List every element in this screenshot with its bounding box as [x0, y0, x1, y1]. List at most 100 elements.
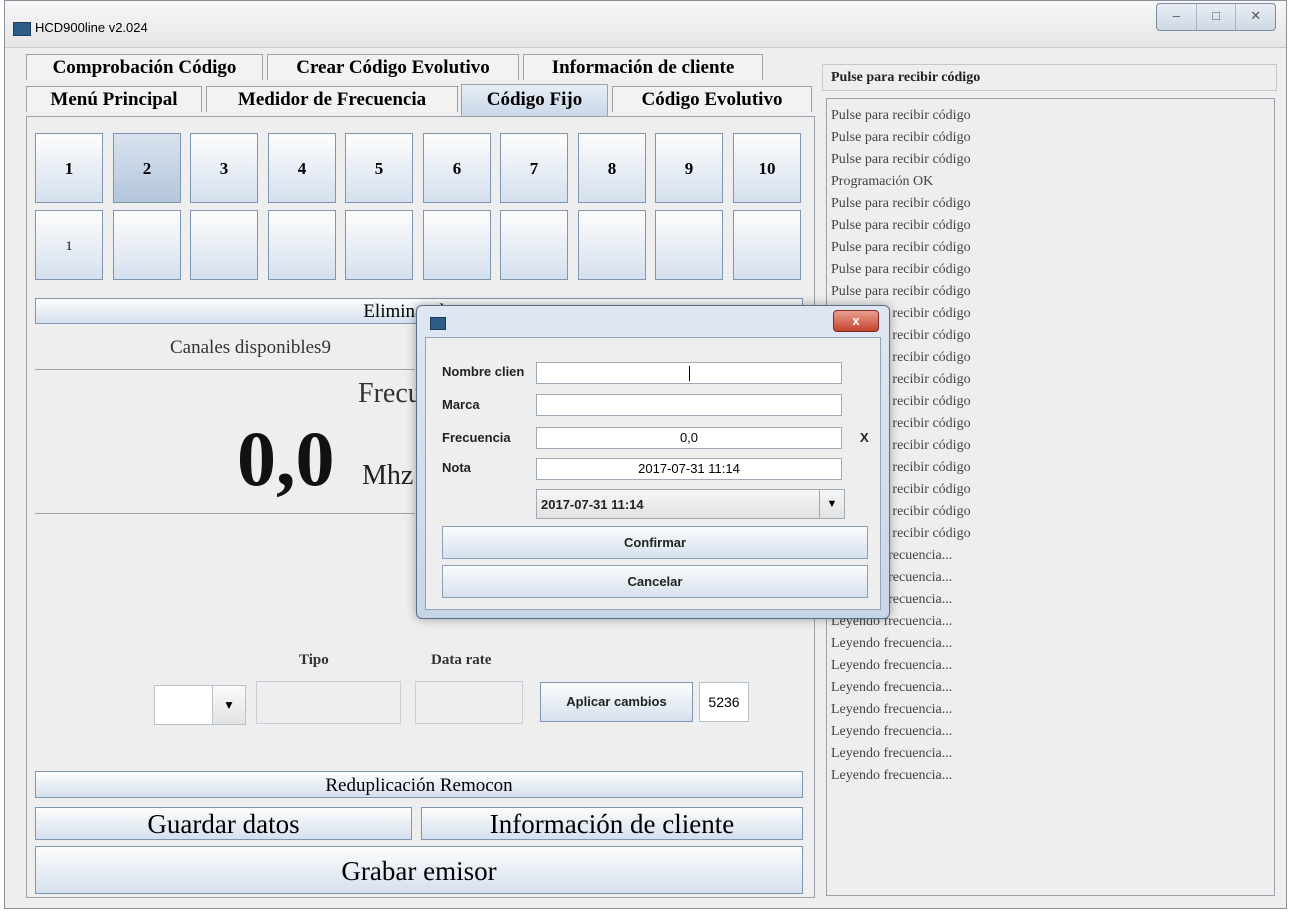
log-line: Pulse para recibir código [831, 108, 971, 123]
divider [35, 369, 415, 370]
slot-button-5[interactable] [345, 210, 413, 280]
tab-medidor-frecuencia[interactable]: Medidor de Frecuencia [206, 86, 458, 112]
confirm-button[interactable]: Confirmar [442, 526, 868, 559]
dialog-body: Nombre clien Marca Frecuencia 0,0 X Nota… [425, 337, 881, 610]
log-line: Leyendo frecuencia... [831, 570, 953, 585]
log-line: Leyendo frecuencia... [831, 746, 953, 761]
close-icon[interactable]: ✕ [1236, 4, 1275, 30]
log-line: Pulse para recibir código [831, 394, 971, 409]
frequency-unit: Mhz [362, 460, 414, 491]
log-line: Leyendo frecuencia... [831, 614, 953, 629]
client-dialog: x Nombre clien Marca Frecuencia 0,0 X No… [416, 305, 890, 619]
channel-button-9[interactable]: 9 [655, 133, 723, 203]
log-line: Pulse para recibir código [831, 152, 971, 167]
data-rate-label: Data rate [431, 652, 492, 668]
app-icon [13, 22, 31, 36]
channel-button-7[interactable]: 7 [500, 133, 568, 203]
save-data-button[interactable]: Guardar datos [35, 807, 412, 840]
maximize-icon[interactable]: □ [1197, 4, 1237, 30]
channel-button-8[interactable]: 8 [578, 133, 646, 203]
channel-button-6[interactable]: 6 [423, 133, 491, 203]
log-line: Pulse para recibir código [831, 328, 971, 343]
log-line: Leyendo frecuencia... [831, 658, 953, 673]
chevron-down-icon[interactable]: ▼ [819, 490, 844, 518]
available-channels-label: Canales disponibles9 [170, 337, 331, 358]
slot-button-4[interactable] [268, 210, 336, 280]
log-line: Leyendo frecuencia... [831, 548, 953, 563]
log-line: Pulse para recibir código [831, 350, 971, 365]
nombre-input[interactable] [536, 362, 842, 384]
slot-button-1[interactable]: 1 [35, 210, 103, 280]
log-line: Pulse para recibir código [831, 240, 971, 255]
log-line: Leyendo frecuencia... [831, 768, 953, 783]
log-line: Pulse para recibir código [831, 526, 971, 541]
counter-field[interactable]: 5236 [699, 682, 749, 722]
nota-input[interactable]: 2017-07-31 11:14 [536, 458, 842, 480]
slot-button-9[interactable] [655, 210, 723, 280]
channel-button-4[interactable]: 4 [268, 133, 336, 203]
log-line: Pulse para recibir código [831, 482, 971, 497]
tipo-select[interactable]: ▼ [154, 685, 246, 725]
tipo-field[interactable] [256, 681, 401, 724]
nota-label: Nota [442, 460, 471, 475]
tab-comprobacion-codigo[interactable]: Comprobación Código [26, 54, 263, 80]
frecuencia-label: Frecuencia [442, 430, 511, 445]
frecuencia-input[interactable]: 0,0 [536, 427, 842, 449]
data-rate-field[interactable] [415, 681, 523, 724]
log-line: Pulse para recibir código [831, 218, 971, 233]
slot-button-10[interactable] [733, 210, 801, 280]
chevron-down-icon[interactable]: ▼ [212, 686, 245, 724]
frecuencia-suffix: X [860, 430, 869, 445]
nombre-label: Nombre clien [442, 364, 525, 379]
log-line: Programación OK [831, 174, 934, 189]
channel-button-3[interactable]: 3 [190, 133, 258, 203]
frequency-value: 0,0 [237, 415, 335, 502]
client-info-button[interactable]: Información de cliente [421, 807, 803, 840]
app-icon [430, 317, 446, 330]
divider [35, 513, 415, 514]
dialog-close-button[interactable]: x [833, 310, 879, 332]
log-line: Leyendo frecuencia... [831, 702, 953, 717]
apply-changes-button[interactable]: Aplicar cambios [540, 682, 693, 722]
tab-informacion-cliente[interactable]: Información de cliente [523, 54, 763, 80]
log-line: Pulse para recibir código [831, 416, 971, 431]
window-title: HCD900line v2.024 [35, 20, 148, 35]
slot-button-7[interactable] [500, 210, 568, 280]
log-line: Pulse para recibir código [831, 196, 971, 211]
tab-codigo-fijo[interactable]: Código Fijo [461, 84, 608, 116]
log-line: Leyendo frecuencia... [831, 680, 953, 695]
cancel-button[interactable]: Cancelar [442, 565, 868, 598]
log-line: Pulse para recibir código [831, 262, 971, 277]
tab-codigo-evolutivo[interactable]: Código Evolutivo [612, 86, 812, 112]
log-line: Pulse para recibir código [831, 284, 971, 299]
slot-button-8[interactable] [578, 210, 646, 280]
log-line: Pulse para recibir código [831, 504, 971, 519]
channel-button-10[interactable]: 10 [733, 133, 801, 203]
date-select-value: 2017-07-31 11:14 [541, 497, 644, 512]
channel-button-1[interactable]: 1 [35, 133, 103, 203]
tipo-label: Tipo [299, 652, 329, 668]
marca-input[interactable] [536, 394, 842, 416]
window-controls: – □ ✕ [1156, 3, 1276, 31]
log-line: Pulse para recibir código [831, 306, 971, 321]
log-line: Leyendo frecuencia... [831, 724, 953, 739]
slot-button-6[interactable] [423, 210, 491, 280]
log-line: Pulse para recibir código [831, 130, 971, 145]
marca-label: Marca [442, 397, 480, 412]
slot-button-2[interactable] [113, 210, 181, 280]
log-line: Pulse para recibir código [831, 372, 971, 387]
log-line: Leyendo frecuencia... [831, 592, 953, 607]
channel-button-2[interactable]: 2 [113, 133, 181, 203]
tab-menu-principal[interactable]: Menú Principal [26, 86, 202, 112]
channel-button-5[interactable]: 5 [345, 133, 413, 203]
date-select[interactable]: 2017-07-31 11:14 ▼ [536, 489, 845, 519]
minimize-icon[interactable]: – [1157, 4, 1197, 30]
slot-button-3[interactable] [190, 210, 258, 280]
log-line: Leyendo frecuencia... [831, 636, 953, 651]
text-cursor [689, 366, 690, 381]
log-line: Pulse para recibir código [831, 438, 971, 453]
write-emitter-button[interactable]: Grabar emisor [35, 846, 803, 894]
log-list[interactable]: Pulse para recibir código Pulse para reci… [826, 98, 1275, 896]
tab-crear-codigo-evolutivo[interactable]: Crear Código Evolutivo [267, 54, 519, 80]
reduplicacion-button[interactable]: Reduplicación Remocon [35, 771, 803, 798]
